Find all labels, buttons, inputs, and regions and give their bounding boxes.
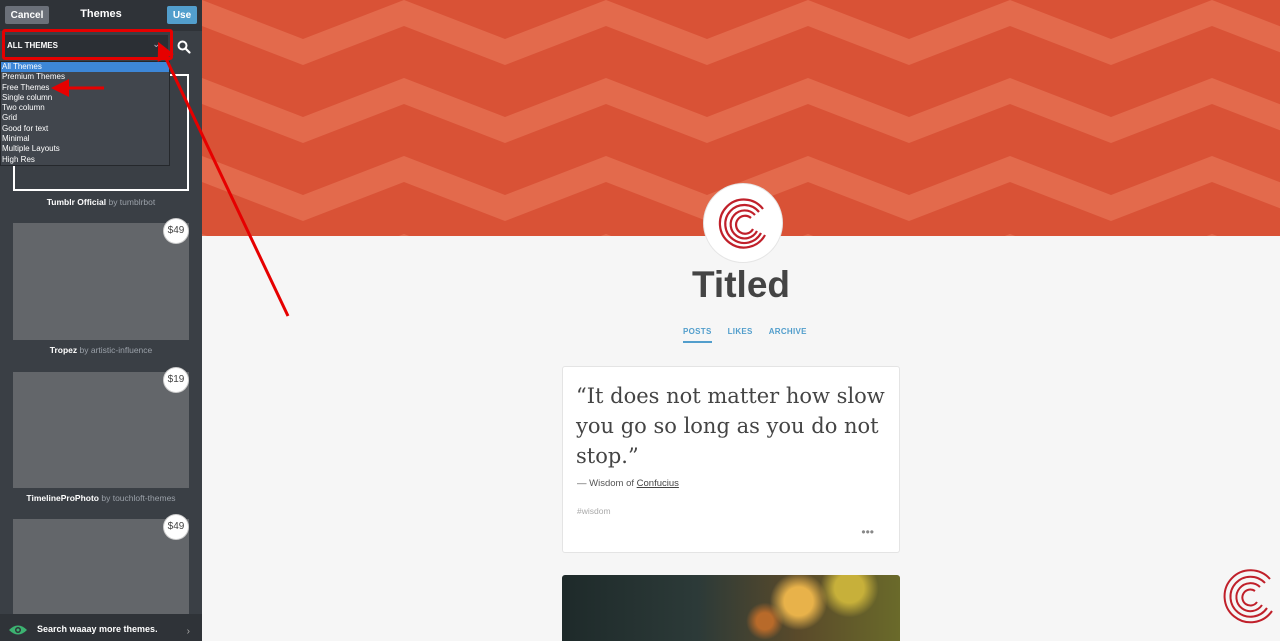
annotation-highlight-box — [2, 29, 173, 60]
blog-logo-icon — [718, 198, 766, 249]
more-themes-text: Search waaay more themes. — [37, 624, 158, 634]
theme-name: TimelineProPhoto — [26, 493, 99, 503]
filter-option-minimal[interactable]: Minimal — [1, 134, 169, 144]
filter-option-premium[interactable]: Premium Themes — [1, 72, 169, 82]
theme-caption: Tumblr Official by tumblrbot — [0, 197, 202, 207]
filter-option-high-res[interactable]: High Res — [1, 155, 169, 165]
quote-source-link[interactable]: Confucius — [637, 478, 679, 489]
theme-author: by artistic-influence — [79, 345, 153, 355]
sidebar-header: Cancel Themes Use — [0, 0, 202, 31]
more-options-icon[interactable]: ••• — [861, 525, 874, 539]
quote-post: “It does not matter how slow you go so l… — [562, 366, 900, 553]
filter-option-two-column[interactable]: Two column — [1, 103, 169, 113]
theme-author: by tumblrbot — [108, 197, 156, 207]
nav-posts[interactable]: POSTS — [683, 327, 712, 343]
use-button[interactable]: Use — [167, 6, 197, 24]
search-icon[interactable] — [176, 39, 192, 55]
quote-source: — Wisdom of Confucius — [577, 478, 679, 489]
theme-caption: TimelineProPhoto by touchloft-themes — [0, 493, 202, 503]
filter-option-free[interactable]: Free Themes — [1, 83, 169, 93]
theme-thumbnail[interactable]: $19 — [13, 368, 189, 488]
photo-post[interactable] — [562, 575, 900, 641]
price-badge: $19 — [164, 368, 188, 392]
blog-title: Titled — [692, 264, 790, 305]
filter-option-multiple-layouts[interactable]: Multiple Layouts — [1, 144, 169, 154]
eye-icon — [9, 625, 27, 635]
theme-author: by touchloft-themes — [101, 493, 176, 503]
more-themes-bar[interactable]: Search waaay more themes. › — [0, 614, 202, 641]
theme-name: Tropez — [49, 345, 78, 355]
filter-option-grid[interactable]: Grid — [1, 113, 169, 123]
chevron-right-icon: › — [186, 626, 190, 637]
theme-thumbnail[interactable]: $49 — [13, 219, 189, 340]
blog-avatar[interactable] — [704, 184, 782, 262]
theme-name: Tumblr Official — [46, 197, 107, 207]
nav-likes[interactable]: LIKES — [728, 327, 753, 343]
theme-caption: Tropez by artistic-influence — [0, 345, 202, 355]
theme-filter-dropdown: All Themes Premium Themes Free Themes Si… — [0, 61, 170, 166]
filter-option-single-column[interactable]: Single column — [1, 93, 169, 103]
tumblr-corner-logo-icon[interactable] — [1218, 565, 1280, 627]
filter-option-good-for-text[interactable]: Good for text — [1, 124, 169, 134]
price-badge: $49 — [164, 219, 188, 243]
nav-archive[interactable]: ARCHIVE — [769, 327, 807, 343]
quote-source-prefix: — Wisdom of — [577, 478, 635, 489]
filter-option-all-themes[interactable]: All Themes — [1, 62, 169, 73]
price-badge: $49 — [164, 515, 188, 539]
blog-nav: POSTS LIKES ARCHIVE — [683, 327, 807, 343]
quote-text: “It does not matter how slow you go so l… — [576, 384, 885, 468]
theme-thumbnail[interactable]: $49 — [13, 515, 189, 614]
post-tag[interactable]: #wisdom — [577, 506, 611, 516]
